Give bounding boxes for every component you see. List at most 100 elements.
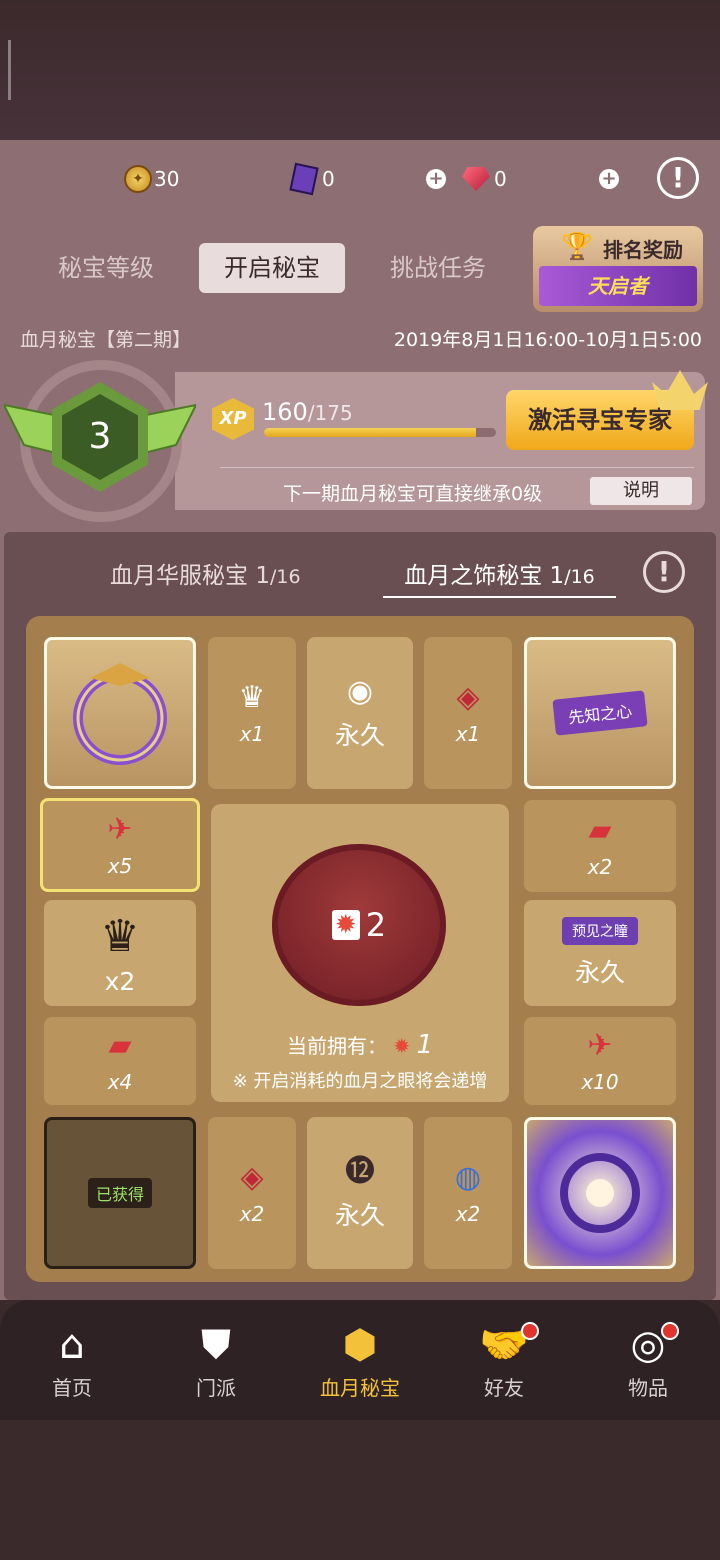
- reward-cell[interactable]: ♛ x2: [44, 900, 196, 1006]
- tab-open-treasure[interactable]: 开启秘宝: [199, 243, 345, 293]
- tab-challenge-tasks[interactable]: 挑战任务: [374, 243, 502, 293]
- top-bar: [0, 0, 720, 140]
- xp-value: 160/175: [262, 398, 353, 426]
- season-name: 血月秘宝【第二期】: [20, 329, 192, 351]
- reward-cell[interactable]: ♛ x1: [208, 637, 296, 789]
- nav-items[interactable]: ◎ 物品: [588, 1318, 708, 1401]
- eye-icon: ◈: [240, 1160, 264, 1195]
- reward-cell[interactable]: ◍ x2: [424, 1117, 512, 1269]
- nav-label: 血月秘宝: [320, 1376, 400, 1400]
- nav-sect[interactable]: ⛊ 门派: [156, 1318, 276, 1401]
- ornate-frame-icon: [73, 663, 167, 765]
- info-icon[interactable]: !: [643, 551, 685, 593]
- reward-duration: 永久: [574, 958, 625, 987]
- nav-home[interactable]: ⌂ 首页: [12, 1318, 132, 1401]
- explain-button[interactable]: 说明: [590, 477, 692, 505]
- crystal-resource: 0: [289, 160, 335, 198]
- ring-icon: ◍: [454, 1160, 482, 1195]
- reward-cell[interactable]: ✈ x10: [524, 1017, 676, 1105]
- gold-count: 30: [154, 167, 180, 191]
- items-icon: ◎: [630, 1322, 666, 1368]
- season-dates: 2019年8月1日16:00-10月1日5:00: [393, 329, 702, 351]
- open-cost: 2: [365, 906, 387, 944]
- tab-treasure-level[interactable]: 秘宝等级: [42, 243, 170, 293]
- xp-max: /175: [307, 401, 353, 425]
- cost-note: ※ 开启消耗的血月之眼将会递增: [232, 1071, 488, 1092]
- reward-qty: x1: [239, 722, 265, 746]
- inherit-text: 下一期血月秘宝可直接继承0级: [283, 483, 543, 505]
- reward-cell[interactable]: ◈ x2: [208, 1117, 296, 1269]
- reward-qty: x1: [455, 722, 481, 746]
- reward-qty: x4: [107, 1070, 133, 1094]
- open-treasure-button[interactable]: ✹ 2: [272, 844, 446, 1006]
- blood-moon-eye-icon: ✹: [393, 1034, 411, 1058]
- grand-prize-orb[interactable]: [524, 1117, 676, 1269]
- owned-count: 当前拥有： ✹ 1: [211, 1030, 509, 1060]
- reward-qty: x2: [455, 1202, 481, 1226]
- prize-banner: 预见之瞳: [562, 917, 638, 945]
- nav-blood-moon[interactable]: ⬢ 血月秘宝: [300, 1318, 420, 1401]
- subtab-count: 1: [255, 563, 270, 589]
- subtab-name: 血月华服秘宝: [110, 563, 248, 589]
- subtab-count: 1: [549, 563, 565, 589]
- add-crystal-button[interactable]: +: [426, 169, 446, 189]
- origami-crane-icon: ✈: [107, 812, 133, 847]
- crystal-count: 0: [322, 167, 335, 191]
- blood-moon-eye-icon: ✹: [331, 910, 360, 940]
- reward-cell[interactable]: ▰ x4: [44, 1017, 196, 1105]
- reward-cell[interactable]: ⓬ 永久: [307, 1117, 413, 1269]
- reward-qty: x2: [239, 1202, 265, 1226]
- notification-dot: [661, 1322, 679, 1340]
- obtained-prize[interactable]: 已获得: [44, 1117, 196, 1269]
- subtab-total: /16: [269, 566, 301, 588]
- subtab-total: /16: [564, 566, 595, 588]
- reward-cell[interactable]: ◈ x1: [424, 637, 512, 789]
- ticket-icon: ▰: [588, 813, 612, 848]
- hexagon-icon: ⬢: [342, 1322, 378, 1368]
- reward-cell[interactable]: ✈ x5: [40, 798, 200, 892]
- tab-accessory-treasure[interactable]: 血月之饰秘宝 1/16: [383, 556, 616, 598]
- rank-reward-button[interactable]: 🏆 排名奖励 天启者: [533, 226, 703, 312]
- nav-label: 好友: [484, 1376, 524, 1400]
- home-icon: ⌂: [59, 1322, 85, 1368]
- eye-badge-icon: ◉: [346, 674, 374, 709]
- shield-icon: ⛊: [201, 1322, 231, 1368]
- grand-prize-frame[interactable]: [44, 637, 196, 789]
- divider: [220, 467, 694, 468]
- reward-cell[interactable]: 预见之瞳 永久: [524, 900, 676, 1006]
- tab-costume-treasure[interactable]: 血月华服秘宝 1/16: [110, 556, 301, 596]
- gold-coin-icon: ✦: [124, 165, 152, 193]
- reward-duration: 永久: [334, 1201, 385, 1230]
- owned-value: 1: [416, 1030, 434, 1060]
- rank-reward-banner: 天启者: [539, 266, 697, 306]
- purple-card-icon: [289, 162, 319, 196]
- reward-duration: 永久: [334, 721, 385, 750]
- reward-qty: x5: [107, 854, 133, 878]
- ruby-resource: 0: [462, 160, 507, 198]
- eye-icon: ◈: [456, 680, 480, 715]
- nav-label: 物品: [628, 1376, 668, 1400]
- notification-dot: [521, 1322, 539, 1340]
- crown-icon: ♛: [238, 680, 266, 715]
- ruby-count: 0: [494, 167, 507, 191]
- reward-qty: x2: [104, 966, 136, 996]
- ticket-icon: ▰: [108, 1028, 132, 1063]
- bottom-area: [0, 1420, 720, 1560]
- grand-prize-heart[interactable]: 先知之心: [524, 637, 676, 789]
- nav-friends[interactable]: 🤝 好友: [444, 1318, 564, 1401]
- reward-qty: x2: [587, 855, 613, 879]
- info-icon[interactable]: !: [657, 157, 699, 199]
- nav-label: 首页: [52, 1376, 92, 1400]
- origami-crane-icon: ✈: [587, 1028, 613, 1063]
- owned-label: 当前拥有：: [286, 1034, 387, 1058]
- prize-banner: 先知之心: [552, 690, 648, 736]
- nav-label: 门派: [196, 1376, 236, 1400]
- reward-cell[interactable]: ▰ x2: [524, 800, 676, 892]
- obtained-label: 已获得: [87, 1178, 152, 1208]
- handshake-icon: 🤝: [479, 1322, 529, 1368]
- reward-cell[interactable]: ◉ 永久: [307, 637, 413, 789]
- crown-icon: ♛: [100, 910, 140, 962]
- add-ruby-button[interactable]: +: [599, 169, 619, 189]
- rank-reward-label: 排名奖励: [603, 238, 683, 262]
- xp-current: 160: [262, 398, 308, 426]
